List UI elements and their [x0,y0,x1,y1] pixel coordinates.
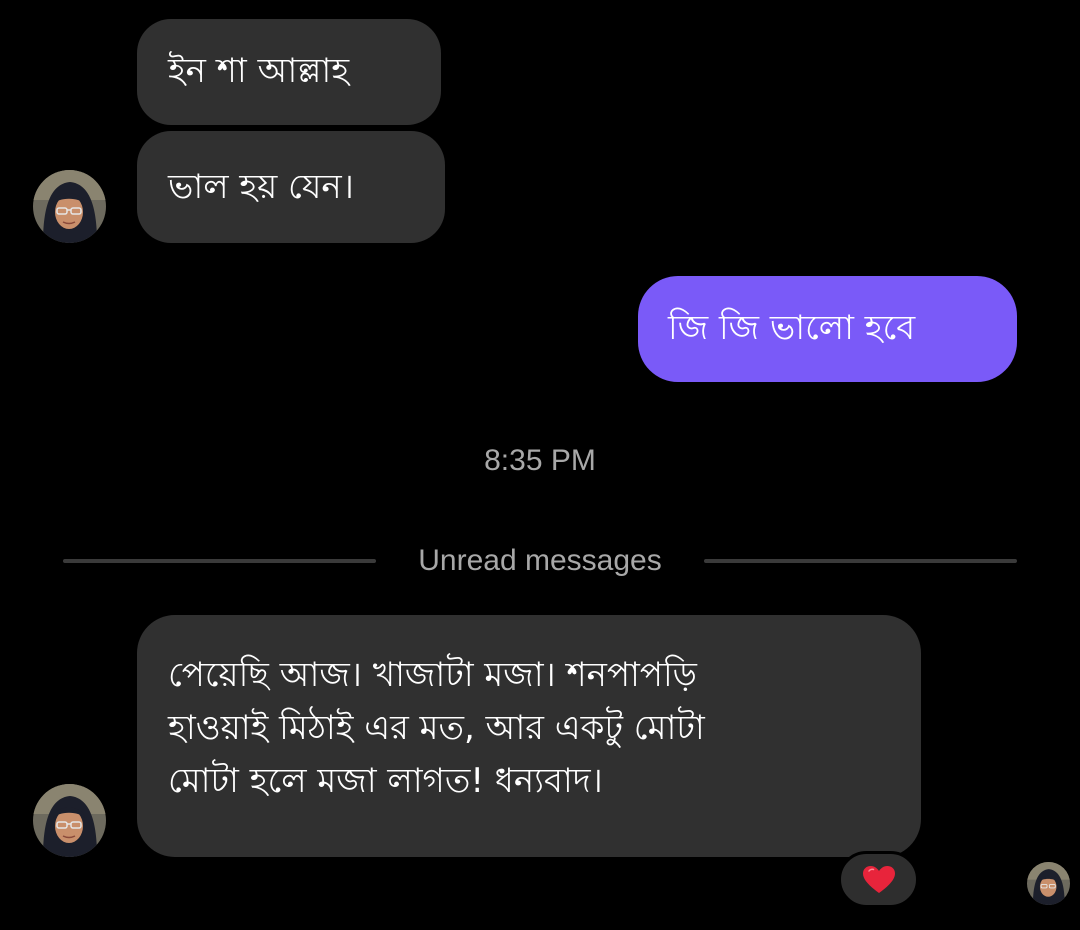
heart-icon [862,865,895,893]
unread-divider-label: Unread messages [418,544,662,577]
divider-line [704,559,1017,563]
avatar-image [33,170,106,243]
message-text: জি জি ভালো হবে [668,308,916,348]
avatar-image [33,784,106,857]
message-text-line: হাওয়াই মিঠাই এর মত, আর একটু মোটা [168,708,705,748]
message-text-line: পেয়েছি আজ। খাজাটা মজা। শনপাপড়ি [168,655,697,695]
message-bubble-incoming[interactable]: ইন শা আল্লাহ [137,19,441,125]
contact-avatar[interactable] [33,170,106,243]
divider-line [63,559,376,563]
message-text-line: মোটা হলে মজা লাগত! ধন্যবাদ। [168,761,603,801]
contact-avatar[interactable] [33,784,106,857]
avatar-image [1027,862,1070,905]
message-text: ইন শা আল্লাহ [168,51,350,91]
seen-avatar [1027,862,1070,905]
message-bubble-incoming[interactable]: পেয়েছি আজ। খাজাটা মজা। শনপাপড়ি হাওয়াই… [137,615,921,857]
message-timestamp: 8:35 PM [484,444,596,477]
message-bubble-outgoing[interactable]: জি জি ভালো হবে [638,276,1017,382]
reaction-badge[interactable] [838,851,919,908]
message-bubble-incoming[interactable]: ভাল হয় যেন। [137,131,445,243]
message-text: ভাল হয় যেন। [168,167,354,207]
